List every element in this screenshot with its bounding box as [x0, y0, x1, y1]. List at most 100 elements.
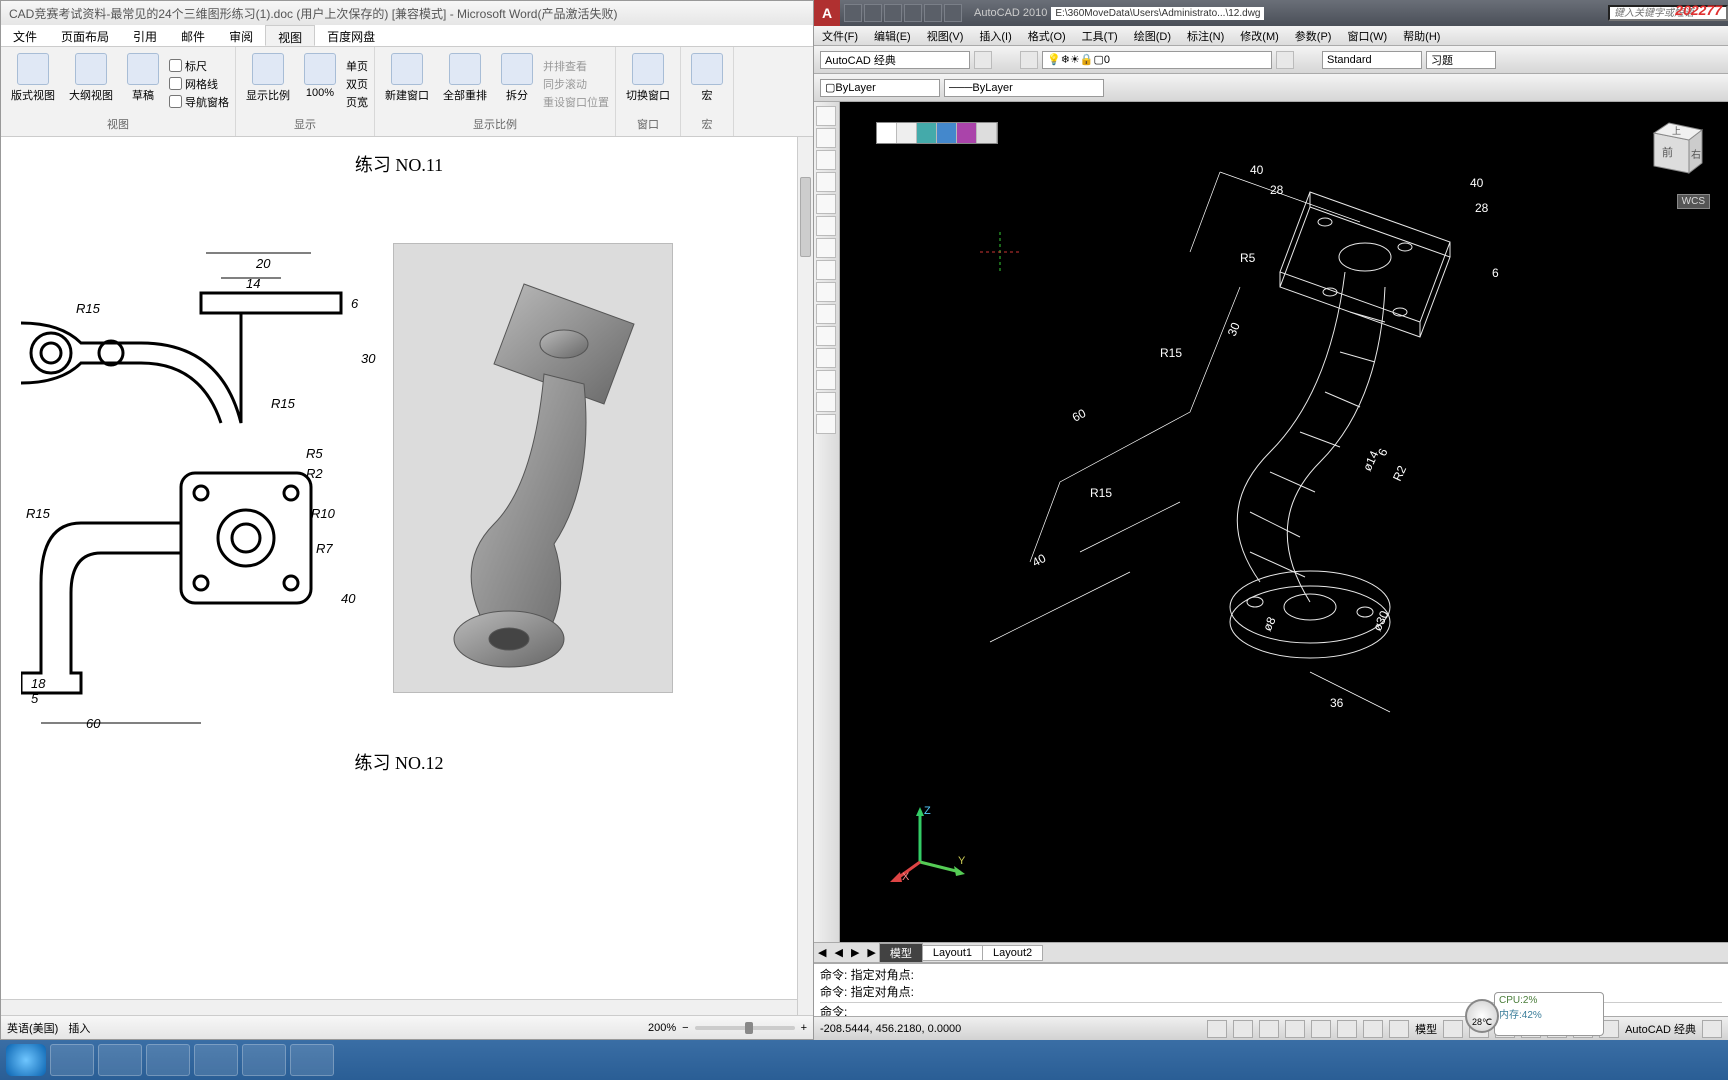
system-monitor-widget[interactable]: CPU:2% 内存:42% 28℃ [1494, 992, 1604, 1036]
qat-print-icon[interactable] [944, 4, 962, 22]
linetype-dropdown[interactable]: ─── ByLayer [944, 79, 1104, 97]
sb-lwt-icon[interactable] [1389, 1020, 1409, 1038]
tab-review[interactable]: 审阅 [217, 25, 265, 46]
sb-polar-icon[interactable] [1285, 1020, 1305, 1038]
menu-view[interactable]: 视图(V) [919, 26, 972, 45]
tab-layout[interactable]: 页面布局 [49, 25, 121, 46]
menu-file[interactable]: 文件(F) [814, 26, 866, 45]
menu-tools[interactable]: 工具(T) [1074, 26, 1126, 45]
qat-undo-icon[interactable] [904, 4, 922, 22]
sb-snap-icon[interactable] [1207, 1020, 1227, 1038]
vs-3dwire-icon[interactable] [897, 123, 917, 143]
sb-ortho-icon[interactable] [1259, 1020, 1279, 1038]
sb-otrack-icon[interactable] [1337, 1020, 1357, 1038]
zoom-slider[interactable] [695, 1026, 795, 1030]
tool-line-icon[interactable] [816, 106, 836, 126]
tab-references[interactable]: 引用 [121, 25, 169, 46]
btn-100[interactable]: 100% [300, 51, 340, 116]
word-titlebar[interactable]: CAD竞赛考试资料-最常见的24个三维图形练习(1).doc (用户上次保存的)… [1, 1, 813, 25]
layer-dropdown[interactable]: 💡❄☀🔒▢ 0 [1042, 51, 1272, 69]
menu-insert[interactable]: 插入(I) [971, 26, 1019, 45]
menu-edit[interactable]: 编辑(E) [866, 26, 919, 45]
tool-spline-icon[interactable] [816, 260, 836, 280]
chk-ruler[interactable]: 标尺 [169, 58, 229, 74]
menu-help[interactable]: 帮助(H) [1395, 26, 1448, 45]
acad-titlebar[interactable]: A AutoCAD 2010 E:\360MoveData\Users\Admi… [814, 0, 1728, 26]
taskbar-autocad[interactable] [242, 1044, 286, 1076]
sb-osnap-icon[interactable] [1311, 1020, 1331, 1038]
btn-onepage[interactable]: 单页 [346, 58, 368, 74]
word-document[interactable]: 练习 NO.11 20 [1, 137, 797, 1015]
sb-dyn-icon[interactable] [1363, 1020, 1383, 1038]
menu-modify[interactable]: 修改(M) [1232, 26, 1287, 45]
tool-circle-icon[interactable] [816, 238, 836, 258]
textstyle-dropdown[interactable]: Standard [1322, 51, 1422, 69]
tb-gear-icon[interactable] [974, 51, 992, 69]
word-hscrollbar[interactable] [1, 999, 797, 1015]
btn-pagewidth[interactable]: 页宽 [346, 94, 368, 110]
sb-grid-icon[interactable] [1233, 1020, 1253, 1038]
chk-navpane[interactable]: 导航窗格 [169, 94, 229, 110]
menu-param[interactable]: 参数(P) [1287, 26, 1340, 45]
tool-hatch-icon[interactable] [816, 304, 836, 324]
sb-workspace[interactable]: AutoCAD 经典 [1625, 1021, 1696, 1037]
viewcube[interactable]: 前 右 上 [1634, 118, 1704, 188]
qat-redo-icon[interactable] [924, 4, 942, 22]
qat-new-icon[interactable] [844, 4, 862, 22]
zoom-plus-icon[interactable]: + [801, 1022, 807, 1034]
tool-polygon-icon[interactable] [816, 172, 836, 192]
zoom-value[interactable]: 200% [648, 1022, 676, 1034]
btn-outline[interactable]: 大纲视图 [65, 51, 117, 116]
status-lang[interactable]: 英语(美国) [7, 1020, 58, 1036]
btn-arrangeall[interactable]: 全部重排 [439, 51, 491, 116]
tool-point-icon[interactable] [816, 326, 836, 346]
vs-2dwire-icon[interactable] [877, 123, 897, 143]
qat-save-icon[interactable] [884, 4, 902, 22]
tool-arc-icon[interactable] [816, 216, 836, 236]
taskbar-media[interactable] [290, 1044, 334, 1076]
sb-model[interactable]: 模型 [1415, 1021, 1437, 1037]
tab-baidu[interactable]: 百度网盘 [315, 25, 387, 46]
tool-text-icon[interactable] [816, 370, 836, 390]
wcs-label[interactable]: WCS [1677, 194, 1710, 209]
tool-xline-icon[interactable] [816, 128, 836, 148]
tab-mail[interactable]: 邮件 [169, 25, 217, 46]
tool-ellipse-icon[interactable] [816, 282, 836, 302]
tab-model[interactable]: 模型 [879, 943, 923, 963]
sb-lock-icon[interactable] [1702, 1020, 1722, 1038]
menu-dimension[interactable]: 标注(N) [1179, 26, 1232, 45]
menu-format[interactable]: 格式(O) [1020, 26, 1074, 45]
tab-view[interactable]: 视图 [265, 25, 315, 46]
tool-rect-icon[interactable] [816, 194, 836, 214]
tab-layout1[interactable]: Layout1 [922, 945, 983, 961]
menu-window[interactable]: 窗口(W) [1339, 26, 1395, 45]
status-mode[interactable]: 插入 [68, 1020, 90, 1036]
acad-viewport[interactable]: 40 28 40 28 R5 6 30 R15 60 R15 40 R2 ø14… [840, 102, 1728, 942]
btn-macro[interactable]: 宏 [687, 51, 727, 116]
taskbar-app1[interactable] [50, 1044, 94, 1076]
menu-draw[interactable]: 绘图(D) [1126, 26, 1179, 45]
btn-printlayout[interactable]: 版式视图 [7, 51, 59, 116]
taskbar-app3[interactable] [146, 1044, 190, 1076]
chk-gridlines[interactable]: 网格线 [169, 76, 229, 92]
zoom-minus-icon[interactable]: − [682, 1022, 688, 1034]
sb-qv-icon[interactable] [1443, 1020, 1463, 1038]
tb-layerprops-icon[interactable] [1276, 51, 1294, 69]
btn-twopage[interactable]: 双页 [346, 76, 368, 92]
tab-file[interactable]: 文件 [1, 25, 49, 46]
start-button[interactable] [6, 1044, 46, 1076]
tool-region-icon[interactable] [816, 414, 836, 434]
word-vscrollbar[interactable] [797, 137, 813, 1015]
tool-table-icon[interactable] [816, 392, 836, 412]
taskbar-app2[interactable] [98, 1044, 142, 1076]
btn-newwindow[interactable]: 新建窗口 [381, 51, 433, 116]
btn-zoom[interactable]: 显示比例 [242, 51, 294, 116]
acad-logo-icon[interactable]: A [814, 0, 840, 26]
tb-layer-icon[interactable] [1020, 51, 1038, 69]
btn-split[interactable]: 拆分 [497, 51, 537, 116]
scroll-thumb[interactable] [800, 177, 811, 257]
status-coords[interactable]: -208.5444, 456.2180, 0.0000 [820, 1023, 961, 1035]
workspace-dropdown[interactable]: AutoCAD 经典 [820, 51, 970, 69]
btn-draft[interactable]: 草稿 [123, 51, 163, 116]
tab-layout2[interactable]: Layout2 [982, 945, 1043, 961]
